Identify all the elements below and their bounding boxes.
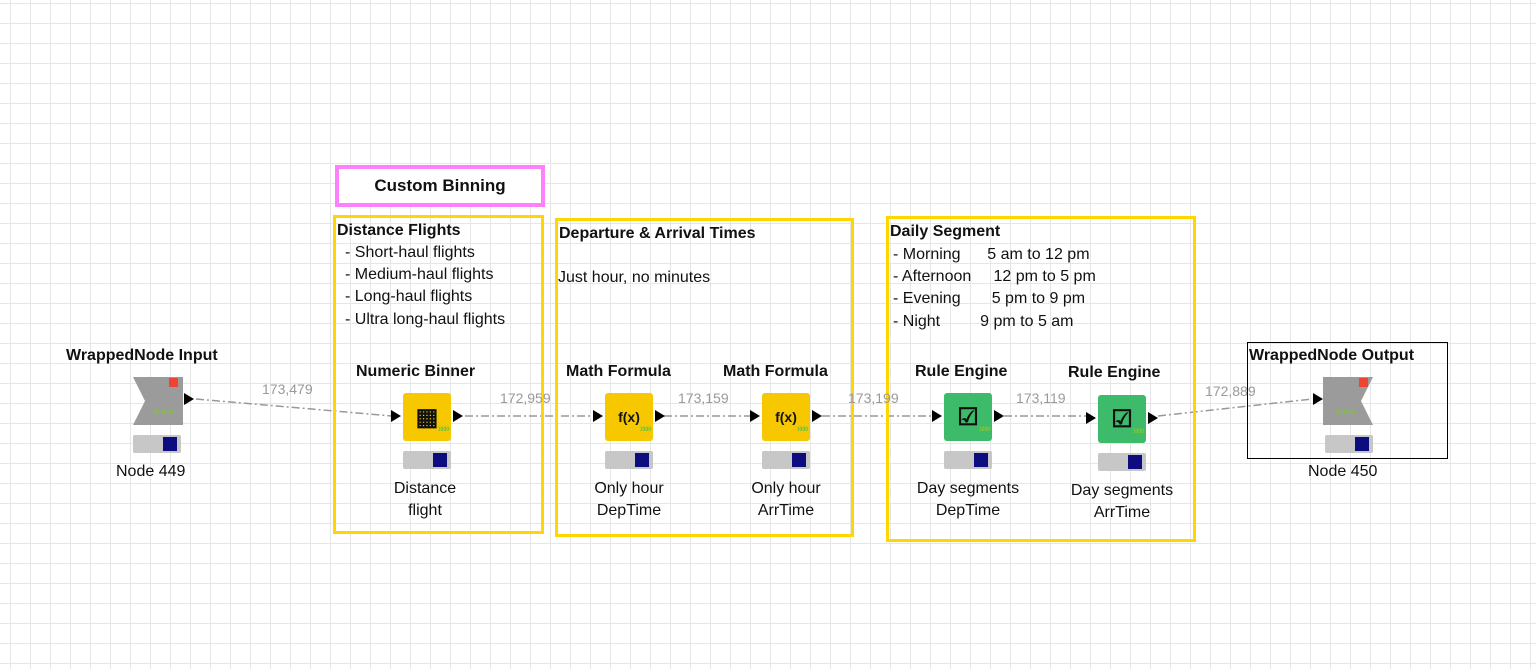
input-node-title: WrappedNode Input [66,347,218,364]
rule1-in-port[interactable] [932,410,942,422]
rule2-status [1098,453,1146,471]
wrapped-output-icon[interactable]: »»» [1323,377,1373,427]
rule1-label: Day segments DepTime [898,478,1038,522]
rule2-node-title: Rule Engine [1068,364,1161,381]
connection-count: 173,159 [678,390,729,406]
binner-in-port[interactable] [391,410,401,422]
math1-label: Only hour DepTime [579,478,679,522]
rule2-in-port[interactable] [1086,412,1096,424]
input-node-out-port[interactable] [184,393,194,405]
math1-out-port[interactable] [655,410,665,422]
math1-label-line: Only hour [594,480,664,497]
rule2-out-port[interactable] [1148,412,1158,424]
connection-count: 172,889 [1205,383,1256,399]
distance-annotation-line: - Short-haul flights [345,244,475,261]
math2-label: Only hour ArrTime [736,478,836,522]
connection-count: 173,479 [262,381,313,397]
math-formula-node[interactable]: f(x) »»» [605,393,653,441]
rule2-label-line: Day segments [1070,482,1174,499]
daily-annotation-line: - Afternoon 12 pm to 5 pm [893,268,1096,285]
binner-out-port[interactable] [453,410,463,422]
chevron-icon: »»» [978,423,991,435]
math2-label-line: Only hour [751,480,821,497]
daily-annotation-line: - Night 9 pm to 5 am [893,313,1074,330]
distance-annotation-title: Distance Flights [337,222,461,239]
math2-node-title: Math Formula [723,363,828,380]
times-annotation-line: Just hour, no minutes [558,269,711,286]
rule-engine-node[interactable]: ☑ »»» [944,393,992,441]
numeric-binner-node[interactable]: ▦ »»» [403,393,451,441]
math-formula-node[interactable]: f(x) »»» [762,393,810,441]
connection-count: 173,119 [1016,390,1066,406]
daily-annotation-title: Daily Segment [890,223,1001,240]
output-node-in-port[interactable] [1313,393,1323,405]
rule1-label-line: Day segments [916,480,1020,497]
connection-count: 173,199 [848,390,899,406]
output-node-status [1325,435,1373,453]
rule1-node-title: Rule Engine [915,363,1008,380]
chevron-icon: »»» [437,423,450,435]
svg-text:»»»: »»» [1335,405,1356,418]
binner-label: Distance flight [375,478,475,522]
wrapped-input-icon[interactable]: »»» [133,377,183,427]
rule1-label-line: DepTime [935,502,1001,519]
lock-icon [169,378,178,387]
rule-engine-node[interactable]: ☑ »»» [1098,395,1146,443]
rule2-label-line: ArrTime [1093,504,1151,521]
lock-icon [1359,378,1368,387]
chevron-icon: »»» [796,423,809,435]
math1-in-port[interactable] [593,410,603,422]
custom-binning-title: Custom Binning [374,176,506,195]
binner-status [403,451,451,469]
svg-text:»»»: »»» [153,405,174,418]
binner-label-line: Distance [393,480,457,497]
math2-status [762,451,810,469]
binner-label-line: flight [408,502,442,519]
rule1-out-port[interactable] [994,410,1004,422]
math2-in-port[interactable] [750,410,760,422]
chevron-icon: »»» [639,423,652,435]
times-annotation-title: Departure & Arrival Times [559,225,756,242]
output-node-title: WrappedNode Output [1249,347,1415,364]
input-node-status [133,435,181,453]
connection-count: 172,959 [500,390,551,406]
math1-status [605,451,653,469]
math2-out-port[interactable] [812,410,822,422]
distance-annotation-line: - Medium-haul flights [345,266,494,283]
math1-node-title: Math Formula [566,363,671,380]
input-node-label: Node 449 [116,463,186,480]
rule1-status [944,451,992,469]
distance-annotation-line: - Long-haul flights [345,288,473,305]
chevron-icon: »»» [1132,425,1145,437]
distance-annotation-line: - Ultra long-haul flights [345,311,506,328]
custom-binning-annotation[interactable]: Custom Binning [335,165,545,207]
math1-label-line: DepTime [596,502,662,519]
binner-node-title: Numeric Binner [356,363,476,380]
output-node-label: Node 450 [1308,463,1378,480]
math2-label-line: ArrTime [757,502,815,519]
daily-annotation-line: - Evening 5 pm to 9 pm [893,290,1086,307]
daily-annotation-line: - Morning 5 am to 12 pm [893,246,1090,263]
rule2-label: Day segments ArrTime [1052,480,1192,524]
